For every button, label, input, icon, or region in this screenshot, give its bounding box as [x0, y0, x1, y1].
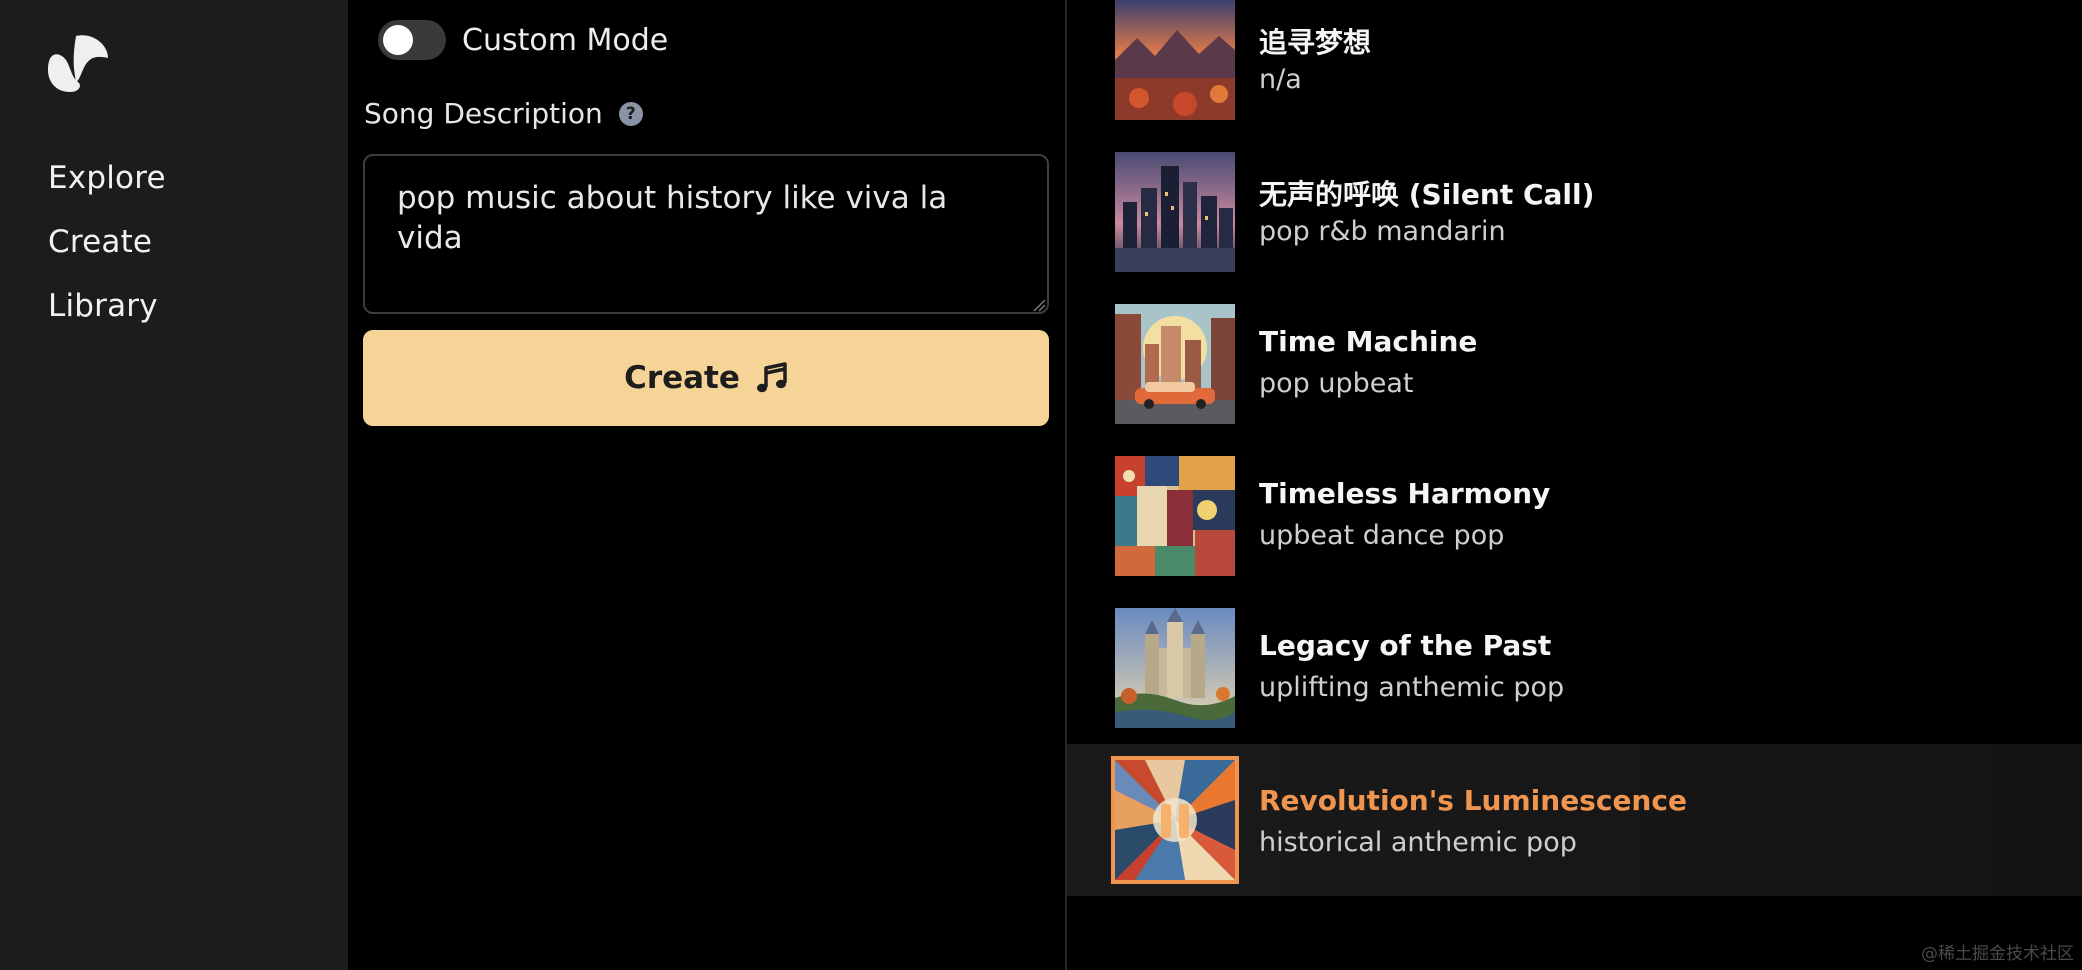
- song-title[interactable]: Legacy of the Past: [1259, 629, 1551, 662]
- song-cover-image[interactable]: [1115, 304, 1235, 424]
- toggle-knob: [383, 25, 413, 55]
- suno-logo-icon[interactable]: [46, 30, 110, 94]
- song-list: 追寻梦想 n/a 无声的呼唤 (Silent Call) pop r&b man…: [1067, 0, 2082, 970]
- song-cover-image[interactable]: [1115, 456, 1235, 576]
- song-description-label: Song Description: [364, 97, 603, 130]
- custom-mode-label: Custom Mode: [462, 22, 669, 58]
- song-row[interactable]: 追寻梦想 n/a: [1067, 0, 2082, 133]
- song-tags: uplifting anthemic pop: [1259, 672, 1565, 703]
- song-title[interactable]: Timeless Harmony: [1259, 477, 1550, 510]
- song-row[interactable]: 无声的呼唤 (Silent Call) pop r&b mandarin: [1067, 133, 2082, 285]
- song-title[interactable]: Revolution's Luminescence: [1259, 784, 1687, 817]
- song-cover-image[interactable]: [1115, 608, 1235, 728]
- song-row-playing[interactable]: Revolution's Luminescence historical ant…: [1067, 744, 2082, 896]
- song-tags: n/a: [1259, 64, 1302, 95]
- song-title[interactable]: Time Machine: [1259, 325, 1477, 358]
- song-cover-image[interactable]: [1115, 152, 1235, 272]
- nav-library[interactable]: Library: [48, 288, 158, 324]
- music-note-icon: [756, 362, 787, 393]
- watermark: @稀土掘金技术社区: [1921, 944, 2074, 964]
- nav-create[interactable]: Create: [48, 224, 152, 260]
- song-row[interactable]: Timeless Harmony upbeat dance pop: [1067, 437, 2082, 589]
- song-description-header: Song Description ?: [364, 97, 643, 130]
- sidebar: Explore Create Library: [0, 0, 348, 970]
- song-row[interactable]: Legacy of the Past uplifting anthemic po…: [1067, 589, 2082, 741]
- song-tags: pop r&b mandarin: [1259, 216, 1506, 247]
- create-panel: Custom Mode Song Description ? Create: [348, 0, 1065, 970]
- song-tags: upbeat dance pop: [1259, 520, 1505, 551]
- create-button-label: Create: [624, 360, 740, 396]
- song-cover-image[interactable]: [1111, 756, 1239, 884]
- song-title[interactable]: 无声的呼唤 (Silent Call): [1259, 173, 1594, 213]
- song-row[interactable]: Time Machine pop upbeat: [1067, 285, 2082, 437]
- nav-explore[interactable]: Explore: [48, 160, 166, 196]
- resize-grip-icon[interactable]: [1032, 298, 1046, 312]
- create-button[interactable]: Create: [363, 330, 1049, 426]
- question-circle-icon[interactable]: ?: [618, 101, 643, 126]
- song-tags: historical anthemic pop: [1259, 827, 1577, 858]
- song-cover-image[interactable]: [1115, 0, 1235, 120]
- song-description-input[interactable]: [363, 154, 1049, 314]
- song-title[interactable]: 追寻梦想: [1259, 21, 1371, 61]
- custom-mode-row: Custom Mode: [378, 18, 668, 62]
- song-tags: pop upbeat: [1259, 368, 1414, 399]
- pause-icon[interactable]: [1159, 802, 1191, 840]
- custom-mode-toggle[interactable]: [378, 20, 446, 60]
